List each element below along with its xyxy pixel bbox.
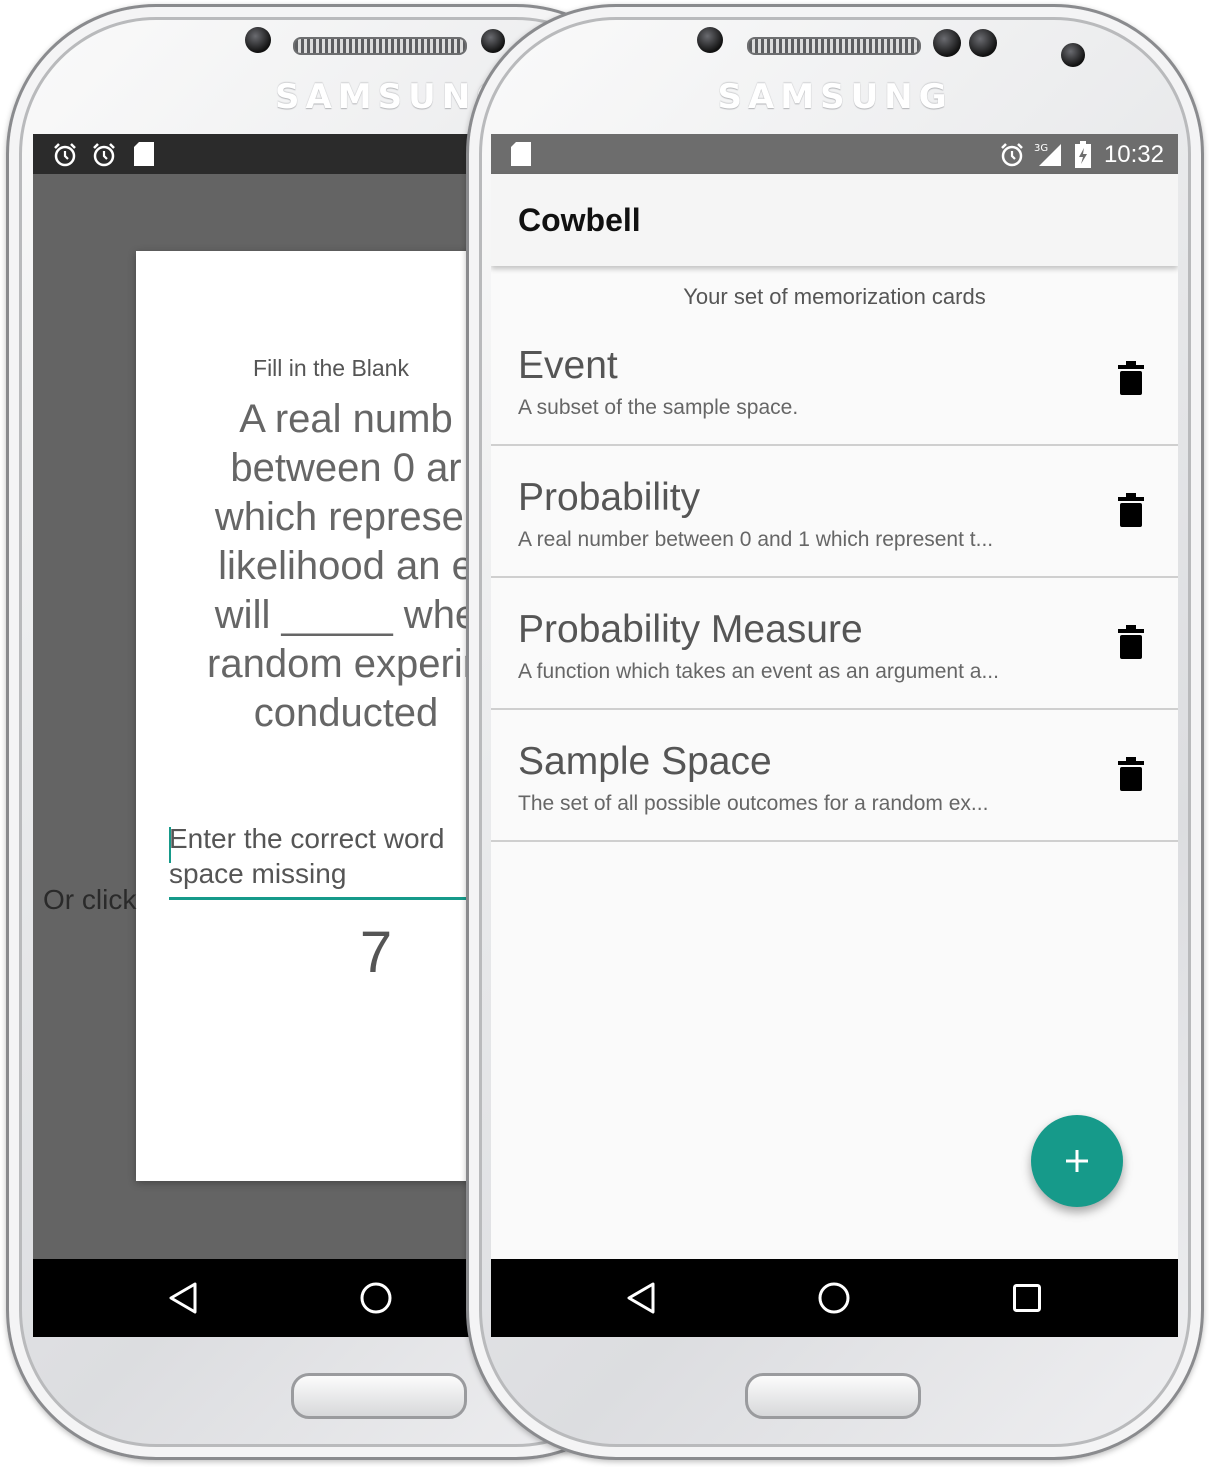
answer-placeholder-line1: Enter the correct word: [169, 823, 445, 854]
proximity-sensor: [481, 29, 505, 53]
earpiece-speaker: [293, 37, 467, 55]
back-triangle-icon: [627, 1282, 655, 1314]
camera-lens: [1061, 43, 1085, 67]
quiz-screen: Fill in the Blank A real numb between 0 …: [33, 134, 493, 1337]
answer-placeholder-line2: space missing: [169, 858, 347, 889]
alarm-icon: [93, 143, 115, 167]
trash-icon[interactable]: [1118, 361, 1144, 395]
card-definition: A subset of the sample space.: [518, 396, 799, 419]
or-click-label: Or click: [43, 884, 137, 915]
card-definition: A real number between 0 and 1 which repr…: [518, 528, 994, 551]
list-item[interactable]: Probability Measure A function which tak…: [491, 578, 1178, 710]
add-card-button[interactable]: [1031, 1115, 1123, 1207]
app-bar: Cowbell: [491, 174, 1178, 266]
back-nav-button[interactable]: [143, 1259, 223, 1337]
quiz-card: Fill in the Blank A real numb between 0 …: [136, 251, 493, 1181]
alarm-icon: [54, 143, 76, 167]
list-item[interactable]: Probability A real number between 0 and …: [491, 446, 1178, 578]
home-circle-icon: [818, 1282, 850, 1314]
sd-card-icon: [511, 142, 531, 166]
status-time: 10:32: [1103, 141, 1164, 168]
card-term: Event: [518, 344, 618, 387]
card-term: Sample Space: [518, 740, 772, 783]
earpiece-speaker: [747, 37, 921, 55]
sd-card-icon: [134, 142, 154, 166]
list-item[interactable]: Event A subset of the sample space.: [491, 314, 1178, 446]
status-bar: [33, 134, 493, 174]
quiz-type-label: Fill in the Blank: [253, 355, 409, 381]
card-definition: A function which takes an event as an ar…: [518, 660, 999, 683]
trash-icon[interactable]: [1118, 625, 1144, 659]
list-subtitle: Your set of memorization cards: [683, 284, 986, 309]
front-camera: [245, 27, 271, 53]
signal-3g-icon: 3G: [1034, 143, 1061, 166]
quiz-question: A real numb between 0 ar which represer …: [207, 397, 485, 735]
countdown-number: 7: [359, 920, 393, 985]
home-hardware-button[interactable]: [291, 1373, 467, 1419]
recents-nav-button[interactable]: [987, 1259, 1067, 1337]
card-term: Probability Measure: [518, 608, 863, 651]
answer-input[interactable]: Enter the correct word space missing: [169, 821, 493, 900]
card-term: Probability: [518, 476, 701, 519]
back-triangle-icon: [169, 1282, 197, 1314]
cards-list: Event A subset of the sample space. Prob…: [491, 314, 1178, 842]
navigation-bar: [491, 1259, 1178, 1337]
cards-list-screen: 3G 10:32 Cowbell Your set of memorizatio…: [491, 134, 1178, 1337]
alarm-icon: [1001, 143, 1023, 167]
battery-icon: [1075, 141, 1091, 168]
proximity-sensor: [969, 29, 997, 57]
app-title: Cowbell: [518, 202, 641, 238]
card-definition: The set of all possible outcomes for a r…: [518, 792, 989, 815]
home-nav-button[interactable]: [336, 1259, 416, 1337]
back-nav-button[interactable]: [601, 1259, 681, 1337]
trash-icon[interactable]: [1118, 757, 1144, 791]
front-camera: [697, 27, 723, 53]
plus-icon: [1066, 1150, 1088, 1172]
recents-square-icon: [1013, 1284, 1041, 1312]
home-nav-button[interactable]: [794, 1259, 874, 1337]
light-sensor: [933, 29, 961, 57]
navigation-bar: [33, 1259, 493, 1337]
text-cursor: [169, 827, 171, 863]
trash-icon[interactable]: [1118, 493, 1144, 527]
home-circle-icon: [360, 1282, 392, 1314]
status-bar: 3G 10:32: [491, 134, 1178, 174]
svg-text:3G: 3G: [1034, 143, 1048, 154]
home-hardware-button[interactable]: [745, 1373, 921, 1419]
brand-logo: SAMSUNG: [717, 77, 953, 117]
list-item[interactable]: Sample Space The set of all possible out…: [491, 710, 1178, 842]
